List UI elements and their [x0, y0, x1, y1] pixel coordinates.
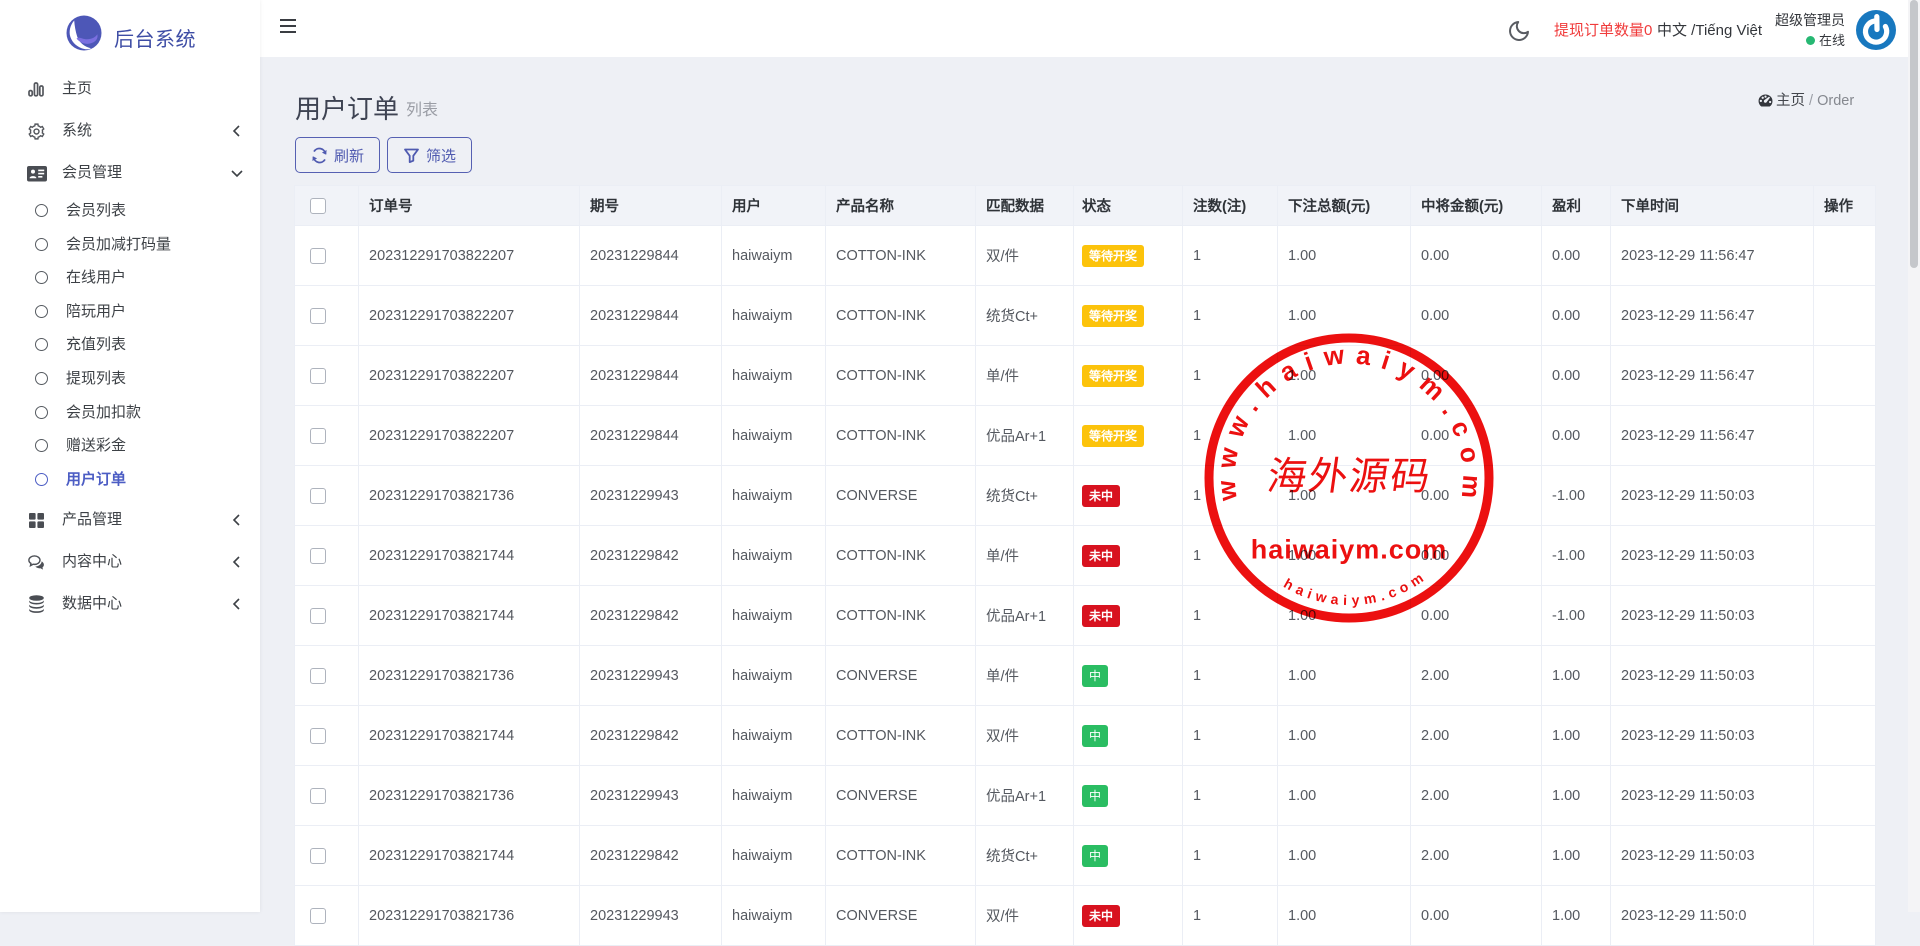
svg-text:haiwaiym.com: haiwaiym.com	[1251, 534, 1448, 564]
svg-text:海外源码: 海外源码	[1265, 455, 1435, 498]
